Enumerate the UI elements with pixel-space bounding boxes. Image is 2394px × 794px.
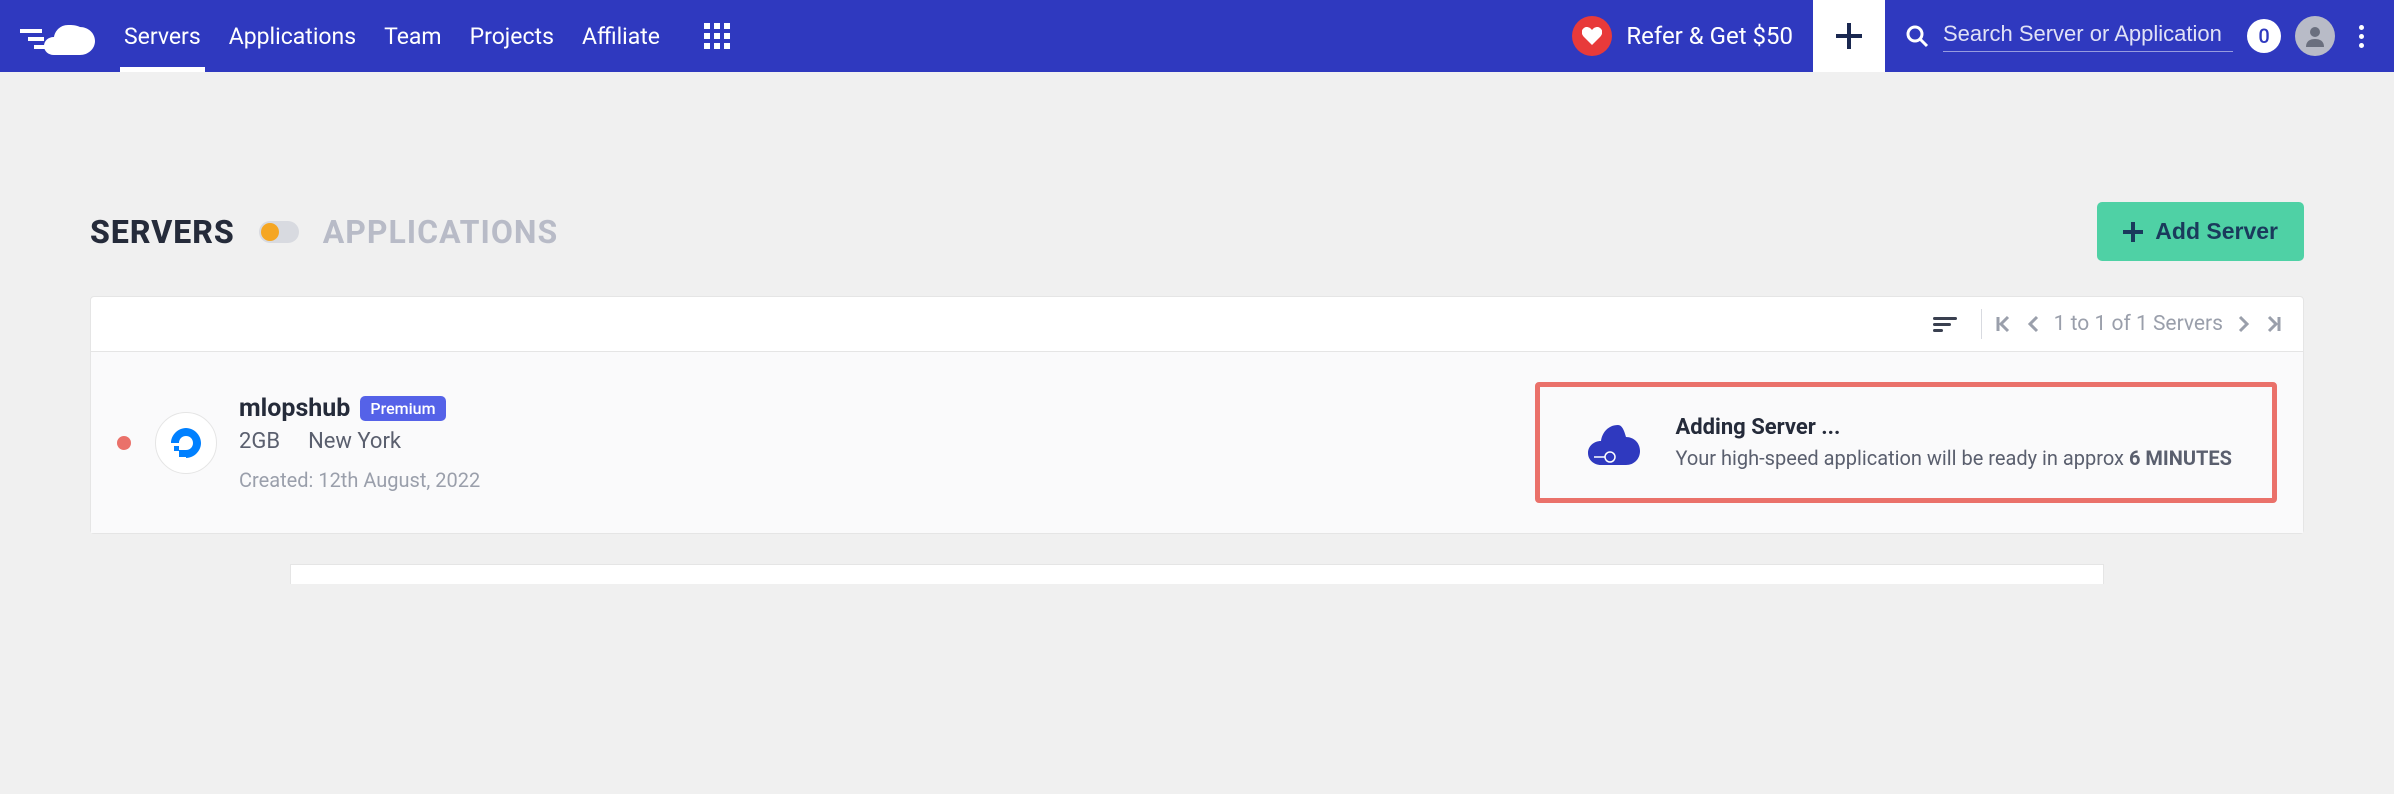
nav-applications[interactable]: Applications	[215, 0, 370, 72]
refer-link[interactable]: Refer & Get $50	[1552, 0, 1813, 72]
grid-icon	[704, 23, 730, 49]
main-nav: Servers Applications Team Projects Affil…	[110, 0, 674, 72]
digitalocean-icon	[168, 425, 204, 461]
main-content: SERVERS APPLICATIONS Add Server	[0, 72, 2394, 584]
adding-server-notice: Adding Server ... Your high-speed applic…	[1535, 382, 2277, 503]
heart-icon	[1572, 16, 1612, 56]
panel-toolbar: 1 to 1 of 1 Servers	[91, 297, 2303, 351]
server-row[interactable]: mlopshub Premium 2GB New York Created: 1…	[91, 351, 2303, 533]
sort-icon[interactable]	[1933, 317, 1969, 332]
page-info: 1 to 1 of 1 Servers	[2054, 312, 2223, 336]
view-toggle[interactable]	[259, 221, 299, 243]
provider-logo	[155, 412, 217, 474]
server-created: Created: 12th August, 2022	[239, 468, 1535, 492]
refer-text: Refer & Get $50	[1626, 22, 1793, 50]
pagination: 1 to 1 of 1 Servers	[1994, 312, 2283, 336]
adding-title: Adding Server ...	[1675, 415, 2232, 440]
server-size: 2GB	[239, 429, 280, 454]
status-dot	[117, 436, 131, 450]
prev-page-icon[interactable]	[2026, 315, 2040, 333]
page-header: SERVERS APPLICATIONS Add Server	[90, 202, 2304, 261]
adding-subtitle: Your high-speed application will be read…	[1675, 446, 2232, 470]
search-area: 0	[1885, 0, 2394, 72]
search-input[interactable]	[1943, 21, 2233, 47]
search-count-badge: 0	[2247, 19, 2281, 53]
servers-panel: 1 to 1 of 1 Servers ml	[90, 296, 2304, 534]
next-page-icon[interactable]	[2237, 315, 2251, 333]
tab-servers[interactable]: SERVERS	[90, 213, 235, 251]
user-avatar[interactable]	[2295, 16, 2335, 56]
apps-menu[interactable]	[674, 0, 760, 72]
server-info: mlopshub Premium 2GB New York Created: 1…	[239, 394, 1535, 492]
cloudways-logo[interactable]	[20, 17, 95, 55]
nav-team[interactable]: Team	[370, 0, 456, 72]
server-location: New York	[308, 429, 401, 454]
toggle-knob	[261, 223, 279, 241]
server-name: mlopshub	[239, 394, 350, 423]
plus-icon	[1836, 23, 1862, 49]
more-menu[interactable]	[2349, 25, 2374, 48]
premium-badge: Premium	[360, 396, 445, 421]
first-page-icon[interactable]	[1994, 315, 2012, 333]
nav-servers[interactable]: Servers	[110, 0, 215, 72]
last-page-icon[interactable]	[2265, 315, 2283, 333]
logo-container	[0, 0, 110, 72]
main-header: Servers Applications Team Projects Affil…	[0, 0, 2394, 72]
search-icon	[1905, 24, 1929, 48]
nav-projects[interactable]: Projects	[456, 0, 568, 72]
add-server-button[interactable]: Add Server	[2097, 202, 2304, 261]
divider	[1981, 309, 1982, 339]
person-icon	[2304, 25, 2326, 47]
cloud-icon	[1580, 419, 1640, 467]
add-button[interactable]	[1813, 0, 1885, 72]
nav-affiliate[interactable]: Affiliate	[568, 0, 674, 72]
view-tabs: SERVERS APPLICATIONS	[90, 213, 558, 251]
secondary-panel	[290, 564, 2104, 584]
add-server-label: Add Server	[2155, 218, 2278, 245]
plus-icon	[2123, 222, 2143, 242]
tab-applications[interactable]: APPLICATIONS	[323, 213, 558, 251]
